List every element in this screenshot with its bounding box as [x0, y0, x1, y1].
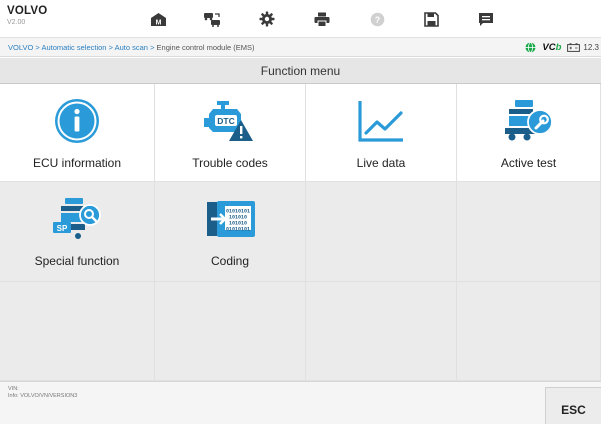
vehicle-swap-icon	[204, 13, 220, 27]
menu-item-label: Trouble codes	[192, 156, 268, 170]
menu-item-label: Special function	[34, 254, 120, 268]
menu-item-label: Live data	[356, 156, 406, 170]
empty-grid-cell	[155, 282, 306, 381]
svg-text:01010101: 01010101	[226, 227, 250, 233]
breadcrumb-current: Engine control module (EMS)	[156, 43, 255, 52]
info-text: Info: VOLVO/VN/VERSION3	[8, 393, 78, 399]
empty-grid-cell	[306, 282, 457, 381]
vehicle-swap-button[interactable]	[201, 8, 223, 30]
menu-item-coding[interactable]: 01010101 101010 101010 01010101 Coding	[155, 182, 306, 282]
menu-item-live-data[interactable]: Live data	[306, 84, 457, 182]
breadcrumb-item-auto-scan[interactable]: Auto scan	[115, 43, 148, 52]
empty-grid-cell	[306, 182, 457, 282]
svg-text:DTC: DTC	[217, 116, 234, 126]
menu-item-label: ECU information	[32, 156, 122, 170]
bottom-bar: VIN: Info: VOLVO/VN/VERSION3 ESC	[0, 381, 601, 424]
breadcrumb-item-volvo[interactable]: VOLVO	[8, 43, 33, 52]
empty-grid-cell	[457, 182, 601, 282]
home-button[interactable]: M	[147, 8, 169, 30]
network-globe-icon	[525, 42, 536, 53]
menu-item-special-function[interactable]: SP Special function	[0, 182, 155, 282]
message-button[interactable]	[475, 8, 497, 30]
menu-item-trouble-codes[interactable]: DTC Trouble codes	[155, 84, 306, 182]
settings-button[interactable]	[256, 8, 278, 30]
save-button[interactable]	[420, 8, 442, 30]
vci-connection-badge: VCb	[542, 42, 562, 53]
esc-button[interactable]: ESC	[545, 387, 601, 424]
brand-block: VOLVO V2.00	[7, 5, 47, 28]
battery-voltage: 12.3	[567, 43, 599, 52]
help-icon: ?	[370, 12, 384, 26]
line-graph-icon	[358, 101, 403, 142]
truck-wrench-icon	[504, 100, 553, 141]
menu-item-label: Active test	[500, 156, 557, 170]
battery-icon	[567, 43, 581, 52]
save-icon	[423, 11, 439, 27]
function-menu-title: Function menu	[260, 64, 341, 78]
message-icon	[479, 12, 493, 26]
function-menu-header: Function menu	[0, 58, 601, 84]
brand-name: VOLVO	[7, 5, 48, 17]
breadcrumb-item-automatic-selection[interactable]: Automatic selection	[41, 43, 106, 52]
empty-grid-cell	[0, 282, 155, 381]
engine-dtc-warning-icon: DTC	[204, 101, 253, 141]
binary-coding-icon: 01010101 101010 101010 01010101	[207, 201, 255, 237]
menu-item-active-test[interactable]: Active test	[457, 84, 601, 182]
top-toolbar: VOLVO V2.00 M ?	[0, 0, 601, 38]
software-version: V2.00	[7, 19, 26, 26]
info-circle-icon	[55, 99, 99, 143]
menu-item-ecu-information[interactable]: ECU information	[0, 84, 155, 182]
empty-grid-cell	[457, 282, 601, 381]
print-button[interactable]	[311, 8, 333, 30]
home-icon: M	[150, 12, 166, 26]
print-icon	[314, 12, 330, 27]
vehicle-info: VIN: Info: VOLVO/VN/VERSION3	[8, 386, 77, 400]
breadcrumb-bar: VOLVO > Automatic selection > Auto scan …	[0, 38, 601, 57]
status-area: VCb 12.3	[525, 41, 599, 54]
menu-item-label: Coding	[210, 254, 250, 268]
svg-text:M: M	[155, 19, 161, 26]
function-grid: ECU information DTC Trouble codes Live d…	[0, 84, 601, 381]
vin-label: VIN:	[8, 386, 19, 392]
svg-text:SP: SP	[57, 224, 68, 233]
breadcrumb: VOLVO > Automatic selection > Auto scan …	[8, 43, 255, 52]
settings-gear-icon	[259, 11, 275, 27]
svg-text:?: ?	[374, 15, 380, 25]
truck-sp-search-icon: SP	[53, 198, 101, 239]
help-button[interactable]: ?	[366, 8, 388, 30]
